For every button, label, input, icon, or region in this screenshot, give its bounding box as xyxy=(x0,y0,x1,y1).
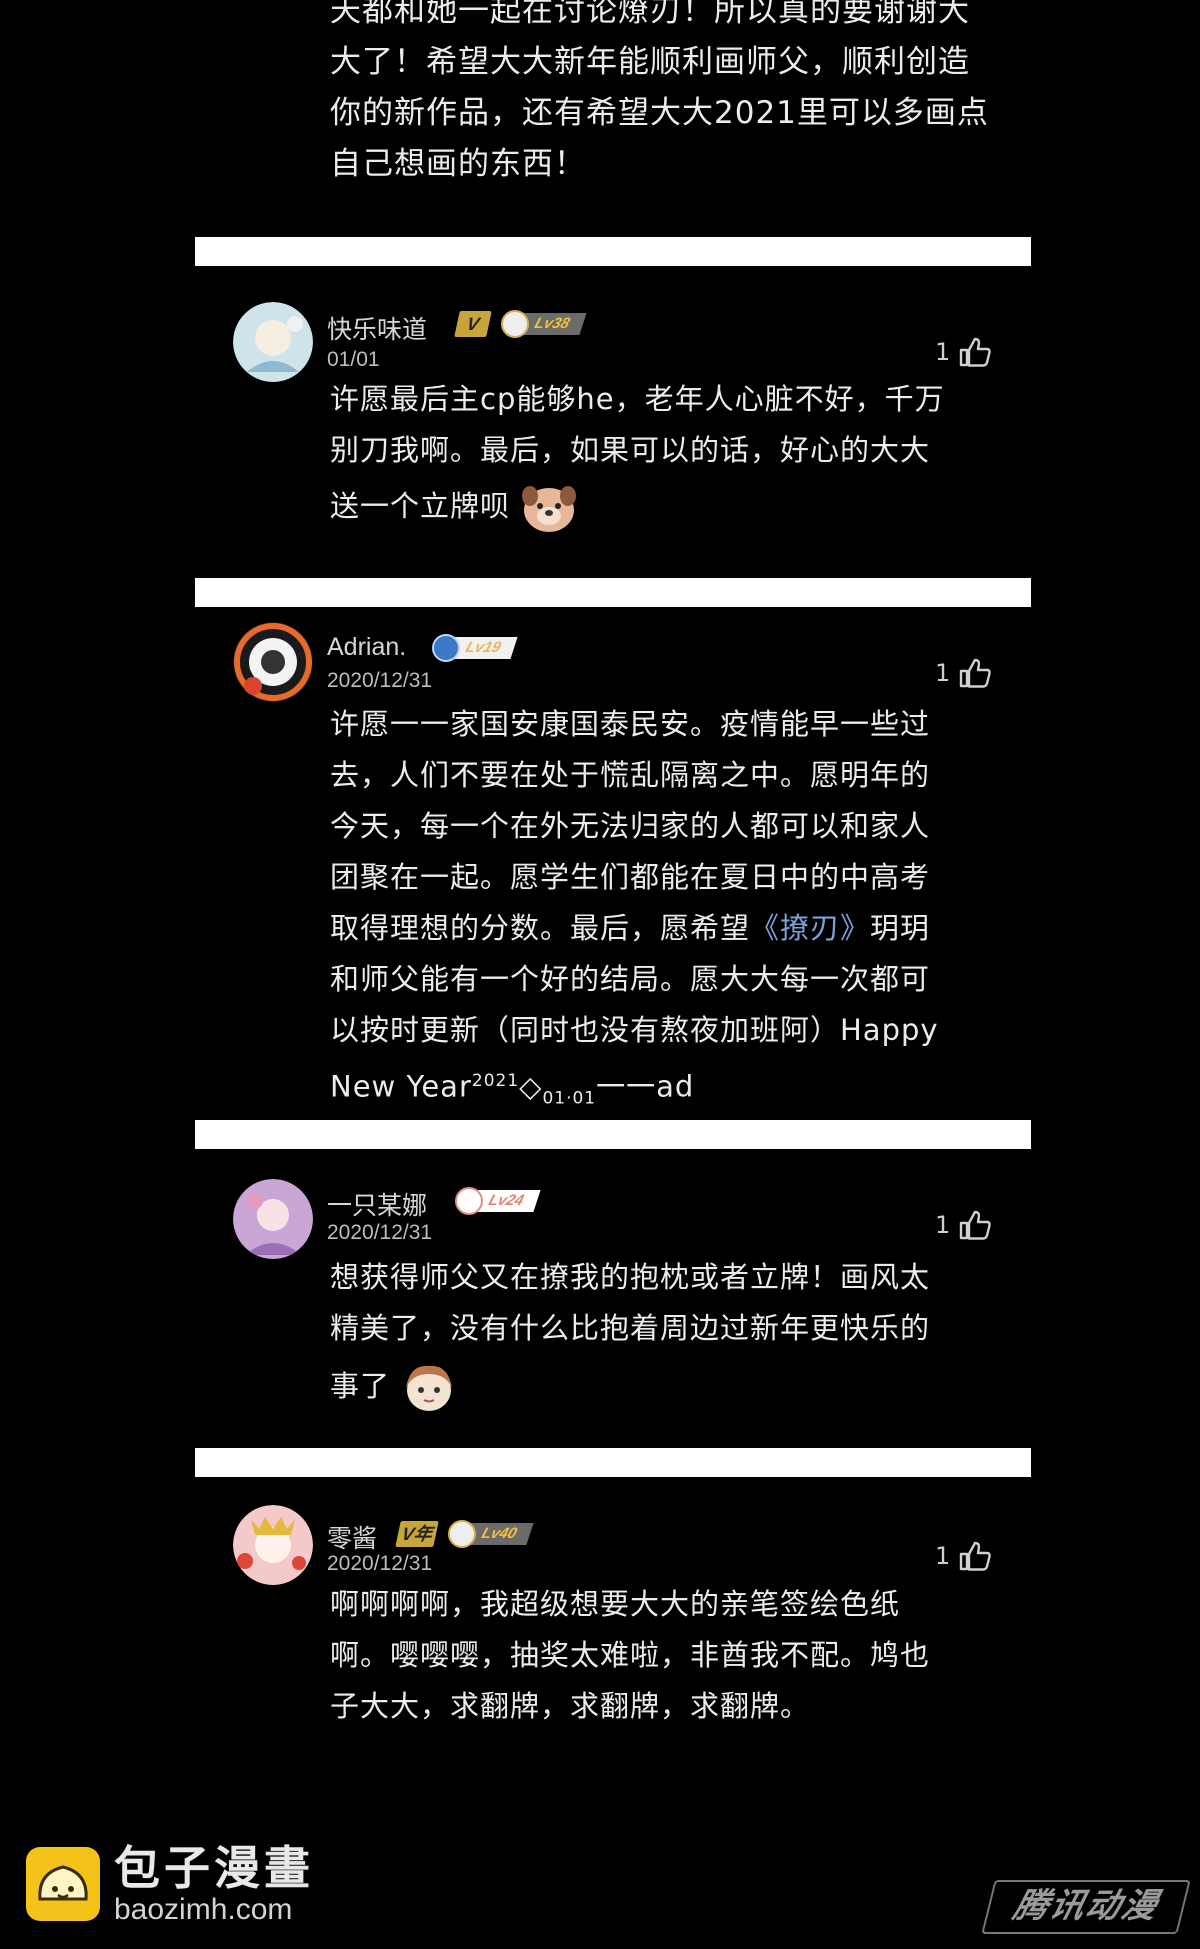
comment-item: Adrian. Lv19 2020/12/31 1 许愿一一家国安康国泰民安。疫… xyxy=(195,607,1031,1119)
watermark-logo: 腾讯动漫 xyxy=(981,1880,1191,1934)
like-count: 1 xyxy=(935,1211,951,1239)
brand-url: baozimh.com xyxy=(114,1893,293,1926)
comment-date: 2020/12/31 xyxy=(327,1221,433,1244)
thumbs-up-icon xyxy=(960,1210,992,1240)
comment-line: 别刀我啊。最后，如果可以的话，好心的大大 xyxy=(330,433,931,467)
like-button[interactable]: 1 xyxy=(935,336,992,368)
text-segment: 一一ad xyxy=(596,1069,695,1104)
comment-line: 送一个立牌呗 xyxy=(330,489,511,523)
text-segment: New Year xyxy=(330,1069,472,1104)
comment-separator xyxy=(195,1120,1031,1149)
level-badge: Lv40 xyxy=(448,1520,534,1548)
comment-line: 取得理想的分数。最后，愿希望《撩刃》玥玥 xyxy=(330,903,1010,954)
comment-line: 啊啊啊啊，我超级想要大大的亲笔签绘色纸 xyxy=(330,1587,901,1621)
comment-line: 团聚在一起。愿学生们都能在夏日中的中高考 xyxy=(330,860,931,894)
like-button[interactable]: 1 xyxy=(935,1209,992,1241)
dog-face-emoji-icon xyxy=(522,486,577,532)
comment-item: 快乐味道 V Lv38 01/01 1 许愿最后主cp能够he，老年人心脏不好，… xyxy=(195,266,1031,578)
comment-line: 和师父能有一个好的结局。愿大大每一次都可 xyxy=(330,962,931,996)
text-segment: 玥玥 xyxy=(870,911,931,945)
username[interactable]: 零酱 xyxy=(327,1519,377,1555)
brand-name: 包子漫畫 xyxy=(114,1841,314,1895)
username[interactable]: Adrian. xyxy=(327,633,406,662)
username[interactable]: 快乐味道 xyxy=(327,310,427,346)
like-count: 1 xyxy=(935,1542,951,1570)
comment-line: 自己想画的东西！ xyxy=(330,146,586,182)
superscript-text: 2021 xyxy=(471,1071,520,1091)
subscript-text: 01·01 xyxy=(542,1088,597,1109)
comment-line: 想获得师父又在撩我的抱枕或者立牌！画风太 xyxy=(330,1260,931,1294)
avatar[interactable] xyxy=(233,622,313,702)
level-badge: Lv38 xyxy=(501,310,587,338)
like-button[interactable]: 1 xyxy=(935,1540,992,1572)
crown-icon xyxy=(448,1520,477,1548)
level-badge: Lv24 xyxy=(455,1187,541,1215)
avatar[interactable] xyxy=(233,1179,313,1259)
girl-face-emoji-icon xyxy=(406,1365,453,1411)
comment-separator xyxy=(195,1448,1031,1477)
text-segment: 取得理想的分数。最后，愿希望 xyxy=(330,911,751,945)
previous-comment-text: 天都和她一起在讨论燎刃！所以真的要谢谢大 大了！希望大大新年能顺利画师父，顺利创… xyxy=(330,0,1010,190)
comment-separator xyxy=(195,578,1031,607)
comment-date: 01/01 xyxy=(327,348,380,371)
comment-line: 精美了，没有什么比抱着周边过新年更快乐的 xyxy=(330,1311,931,1345)
comment-item: 零酱 V年 Lv40 2020/12/31 1 啊啊啊啊，我超级想要大大的亲笔签… xyxy=(195,1477,1031,1757)
comment-body: 许愿一一家国安康国泰民安。疫情能早一些过 去，人们不要在处于慌乱隔离之中。愿明年… xyxy=(330,699,1010,1124)
crown-icon xyxy=(432,634,460,662)
bun-logo-icon xyxy=(26,1847,100,1921)
like-count: 1 xyxy=(935,338,951,366)
comment-line: 以按时更新（同时也没有熬夜加班阿）Happy xyxy=(330,1013,939,1047)
vip-badge: V xyxy=(454,311,492,337)
like-button[interactable]: 1 xyxy=(935,657,992,689)
comment-body: 啊啊啊啊，我超级想要大大的亲笔签绘色纸 啊。嘤嘤嘤，抽奖太难啦，非酋我不配。鸠也… xyxy=(330,1579,1010,1732)
comment-line: 大了！希望大大新年能顺利画师父，顺利创造 xyxy=(330,44,970,80)
comment-line: 天都和她一起在讨论燎刃！所以真的要谢谢大 xyxy=(330,0,970,29)
avatar[interactable] xyxy=(233,1505,313,1585)
comment-separator xyxy=(195,237,1031,266)
comment-line: New Year2021◇01·01一一ad xyxy=(330,1056,1010,1124)
comic-title-link[interactable]: 《撩刃》 xyxy=(750,911,870,945)
comment-line: 事了 xyxy=(330,1369,391,1403)
username[interactable]: 一只某娜 xyxy=(327,1186,427,1222)
vip-badge: V年 xyxy=(395,1521,439,1547)
comment-line: 去，人们不要在处于慌乱隔离之中。愿明年的 xyxy=(330,758,931,792)
thumbs-up-icon xyxy=(960,337,992,367)
comment-line: 今天，每一个在外无法归家的人都可以和家人 xyxy=(330,809,931,843)
comment-item: 一只某娜 Lv24 2020/12/31 1 想获得师父又在撩我的抱枕或者立牌！… xyxy=(195,1149,1031,1447)
comment-line: 许愿最后主cp能够he，老年人心脏不好，千万 xyxy=(330,382,945,416)
comment-line: 你的新作品，还有希望大大2021里可以多画点 xyxy=(330,95,989,131)
crown-icon xyxy=(501,310,529,338)
crown-icon xyxy=(455,1187,483,1215)
comment-line: 许愿一一家国安康国泰民安。疫情能早一些过 xyxy=(330,707,931,741)
comment-date: 2020/12/31 xyxy=(327,1552,433,1575)
comment-line: 啊。嘤嘤嘤，抽奖太难啦，非酋我不配。鸠也 xyxy=(330,1638,931,1672)
thumbs-up-icon xyxy=(960,1541,992,1571)
comment-line: 子大大，求翻牌，求翻牌，求翻牌。 xyxy=(330,1689,811,1723)
comment-body: 许愿最后主cp能够he，老年人心脏不好，千万 别刀我啊。最后，如果可以的话，好心… xyxy=(330,374,1010,536)
text-segment: ◇ xyxy=(519,1069,543,1104)
comment-date: 2020/12/31 xyxy=(327,669,433,692)
thumbs-up-icon xyxy=(960,658,992,688)
comment-body: 想获得师父又在撩我的抱枕或者立牌！画风太 精美了，没有什么比抱着周边过新年更快乐… xyxy=(330,1252,1010,1418)
level-badge: Lv19 xyxy=(432,634,518,662)
site-logo[interactable]: 包子漫畫 baozimh.com xyxy=(26,1842,314,1926)
like-count: 1 xyxy=(935,659,951,687)
avatar[interactable] xyxy=(233,302,313,382)
